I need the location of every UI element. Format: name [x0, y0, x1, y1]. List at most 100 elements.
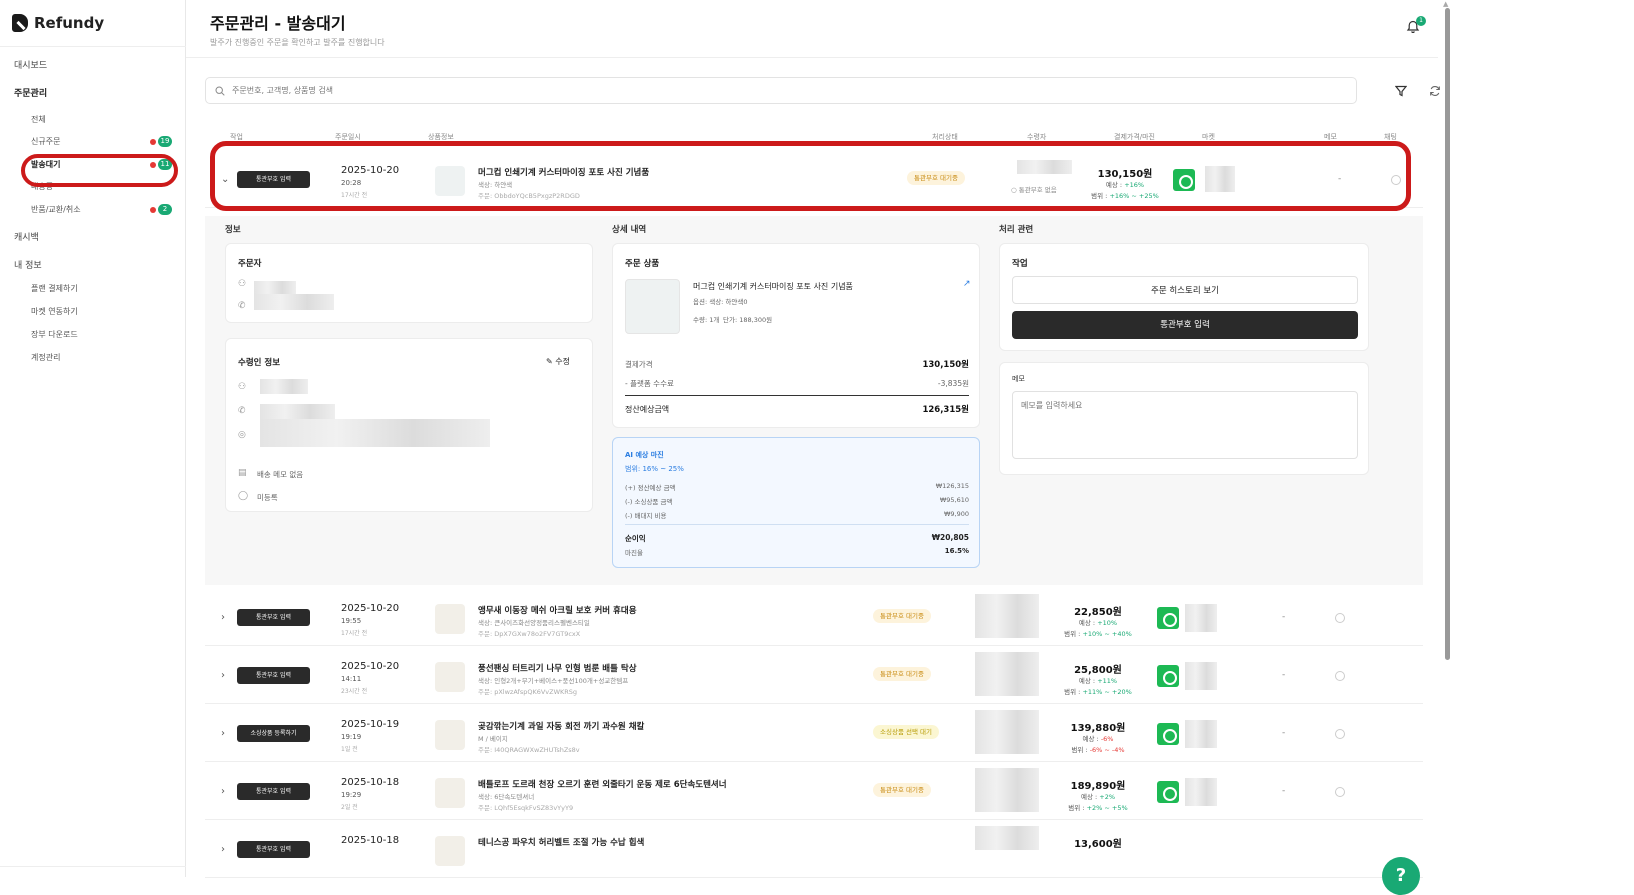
row-action-button[interactable]: 통관부호 입력 [237, 841, 310, 858]
blurred-address [260, 419, 490, 447]
notification-badge: 1 [1416, 16, 1426, 26]
recipient-blurred [975, 652, 1039, 696]
chevron-right-icon[interactable]: › [221, 786, 225, 797]
ai-item-value: ₩126,315 [935, 482, 969, 490]
order-history-button[interactable]: 주문 히스토리 보기 [1012, 276, 1358, 304]
scroll-up-icon[interactable]: ▲ [1443, 0, 1448, 8]
product-name[interactable]: 곶감깎는기계 과일 자동 회전 까기 과수원 채칼 [478, 720, 644, 732]
row-action-button[interactable]: 통관부호 입력 [237, 609, 310, 626]
row-action-button[interactable]: 소싱상품 등록하기 [237, 725, 310, 742]
chevron-right-icon[interactable]: › [221, 844, 225, 855]
chevron-right-icon[interactable]: › [221, 612, 225, 623]
pay-value: 130,150원 [922, 360, 969, 370]
settle-value: 126,315원 [922, 405, 969, 415]
section-title: 처리 관련 [999, 225, 1034, 235]
chat-icon[interactable] [1335, 787, 1345, 797]
recipient-blurred [975, 594, 1039, 638]
sidebar-item-all[interactable]: 전체 [31, 114, 46, 125]
market-blurred [1185, 720, 1217, 748]
order-time: 19:19 [341, 733, 362, 741]
product-name[interactable]: 풍선팬싱 터트리기 나무 인형 범룬 배틀 탁상 [478, 662, 637, 674]
market-blurred [1185, 662, 1217, 690]
sidebar-item-account[interactable]: 계정관리 [31, 352, 60, 363]
search-input[interactable] [232, 78, 1332, 103]
customs-code-button[interactable]: 통관부호 입력 [1012, 311, 1358, 339]
sidebar-item-plan[interactable]: 플랜 결제하기 [31, 283, 78, 294]
product-name[interactable]: 앵무새 이동장 메쉬 아크릴 보호 커버 휴대용 [478, 604, 637, 616]
table-row[interactable]: › 소싱상품 등록하기 2025-10-19 19:19 1일 전 곶감깎는기계… [205, 704, 1423, 762]
order-code: 주문: LQhf5EsqkFvSZ83vYyY9 [478, 804, 574, 812]
sidebar-item-orders[interactable]: 주문관리 [14, 86, 47, 99]
table-row[interactable]: › 통관부호 입력 2025-10-18 19:29 2일 전 배틀로프 도르래… [205, 762, 1423, 820]
status-badge: 통관부호 대기중 [873, 609, 931, 623]
memo-value[interactable]: - [1282, 786, 1285, 796]
product-thumbnail[interactable] [435, 836, 465, 866]
settle-label: 정산예상금액 [625, 405, 670, 414]
external-link-icon[interactable]: ↗ [963, 279, 971, 289]
table-row[interactable]: › 통관부호 입력 2025-10-20 19:55 17시간 전 앵무새 이동… [205, 588, 1423, 646]
search-icon [215, 86, 225, 96]
product-thumbnail[interactable] [435, 720, 465, 750]
margin-range: 범위 : +11% ~ +20% [1064, 688, 1132, 696]
memo-value[interactable]: - [1282, 612, 1285, 622]
logo[interactable]: Refundy [12, 14, 104, 32]
product-option: 색상: 큰사이즈화선양정품리스펠벤스티일 [478, 619, 590, 627]
order-product-card: 주문 상품 머그컵 인쇄기계 커스터마이징 포토 사진 기념품 ↗ 옵션: 색상… [612, 243, 980, 428]
memo-value[interactable]: - [1282, 728, 1285, 738]
chat-icon[interactable] [1335, 671, 1345, 681]
chevron-right-icon[interactable]: › [221, 670, 225, 681]
phone-icon: ✆ [238, 301, 246, 311]
product-thumbnail[interactable] [435, 604, 465, 634]
sidebar-item-dashboard[interactable]: 대시보드 [14, 58, 47, 71]
table-row[interactable]: › 통관부호 입력 2025-10-20 14:11 23시간 전 풍선팬싱 터… [205, 646, 1423, 704]
row-action-button[interactable]: 통관부호 입력 [237, 667, 310, 684]
price: 13,600원 [1074, 839, 1122, 850]
product-thumbnail[interactable] [625, 279, 680, 334]
row-action-button[interactable]: 통관부호 입력 [237, 783, 310, 800]
sidebar-item-my-info[interactable]: 내 정보 [14, 258, 42, 271]
chat-icon[interactable] [1335, 729, 1345, 739]
sidebar-item-returns[interactable]: 반품/교환/취소 [31, 204, 81, 215]
refresh-button[interactable] [1421, 77, 1448, 104]
sidebar-item-new-orders[interactable]: 신규주문 [31, 136, 60, 147]
sidebar: Refundy 대시보드 주문관리 전체 신규주문 19 발송대기 11 배송중… [0, 0, 186, 877]
recipient-blurred [975, 826, 1039, 850]
product-thumbnail[interactable] [435, 662, 465, 692]
expected-margin: 예상 : +10% [1078, 619, 1118, 627]
user-icon: ⚇ [238, 279, 247, 289]
chevron-right-icon[interactable]: › [221, 728, 225, 739]
margin-value: 16.5% [944, 547, 969, 555]
highlight-annotation [21, 154, 178, 187]
order-date: 2025-10-18 [341, 777, 400, 788]
market-icon [1157, 607, 1179, 629]
count-badge: 2 [158, 204, 172, 215]
scrollbar[interactable] [1445, 8, 1450, 660]
product-name[interactable]: 배틀로프 도르래 천장 오르기 훈련 외줄타기 운동 제로 6단속도텐셔너 [478, 778, 727, 790]
divider [0, 866, 186, 867]
help-button[interactable]: ? [1382, 857, 1420, 895]
product-thumbnail[interactable] [435, 778, 465, 808]
order-ago: 23시간 전 [341, 688, 368, 695]
table-row[interactable]: › 통관부호 입력 2025-10-18 테니스공 파우치 허리벨트 조절 가능… [205, 820, 1423, 878]
product-name[interactable]: 테니스공 파우치 허리벨트 조절 가능 수납 힙색 [478, 836, 644, 848]
order-date: 2025-10-19 [341, 719, 400, 730]
memo-input[interactable] [1012, 391, 1358, 459]
message-icon: ▤ [238, 468, 247, 478]
location-icon: ◎ [238, 430, 246, 440]
order-detail-panel: 정보 주문자 ⚇ ✆ 수령인 정보 ✎ 수정 ⚇ ✆ ◎ ▤ 배송 메모 없음 … [205, 216, 1423, 585]
memo-card: 메모 [999, 362, 1369, 475]
market-icon [1157, 665, 1179, 687]
memo-value[interactable]: - [1282, 670, 1285, 680]
chat-icon[interactable] [1335, 613, 1345, 623]
blurred-name [260, 379, 308, 394]
profit-value: ₩20,805 [931, 533, 969, 542]
edit-button[interactable]: ✎ 수정 [546, 356, 570, 367]
recipient-blurred [975, 768, 1039, 812]
filter-button[interactable] [1387, 77, 1414, 104]
sidebar-item-market[interactable]: 마켓 연동하기 [31, 306, 78, 317]
new-dot-icon [150, 207, 156, 213]
sidebar-item-cashback[interactable]: 캐시백 [14, 230, 39, 243]
price: 139,880원 [1070, 723, 1126, 734]
sidebar-item-ledger[interactable]: 장부 다운로드 [31, 329, 78, 340]
product-name: 머그컵 인쇄기계 커스터마이징 포토 사진 기념품 [693, 282, 853, 291]
